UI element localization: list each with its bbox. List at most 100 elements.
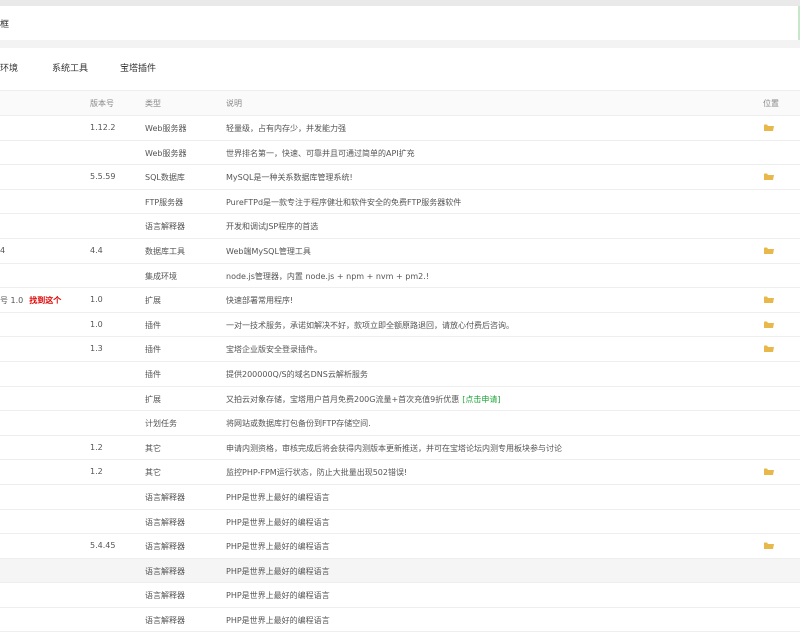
description-text: 又拍云对象存储，宝塔用户首月免费200G流量+首次充值9折优惠: [226, 394, 460, 404]
type-cell: 语言解释器: [145, 566, 185, 576]
type-cell: 其它: [145, 468, 161, 478]
description-text: node.js管理器，内置 node.js + npm + nvm + pm2.…: [226, 271, 429, 281]
description-cell: 开发和调试JSP程序的首选: [226, 221, 318, 232]
description-text: 将网站或数据库打包备份到FTP存储空间.: [226, 419, 371, 429]
description-text: MySQL是一种关系数据库管理系统!: [226, 173, 353, 183]
type-cell: SQL数据库: [145, 173, 185, 183]
tab-bt-plugins[interactable]: 宝塔插件: [120, 61, 156, 74]
version-cell: 1.0: [90, 319, 103, 329]
type-cell: 插件: [145, 345, 161, 355]
table-row[interactable]: 号 1.0 找到这个 1.0 扩展 快速部署常用程序!: [0, 288, 800, 313]
description-text: PHP是世界上最好的编程语言: [226, 517, 330, 527]
description-cell: 世界排名第一，快速、可靠并且可通过简单的API扩充: [226, 148, 415, 159]
folder-icon[interactable]: [764, 345, 774, 353]
type-cell: 插件: [145, 320, 161, 330]
table-row[interactable]: 语言解释器 PHP是世界上最好的编程语言: [0, 583, 800, 608]
table-row[interactable]: 语言解释器 PHP是世界上最好的编程语言: [0, 607, 800, 632]
search-bar[interactable]: 框: [0, 6, 800, 41]
table-row[interactable]: 语言解释器 PHP是世界上最好的编程语言: [0, 558, 800, 584]
description-cell: 申请内测资格，审核完成后将会获得内测版本更新推送，并可在宝塔论坛内测专用板块参与…: [226, 443, 562, 454]
table-row[interactable]: Web服务器 世界排名第一，快速、可靠并且可通过简单的API扩充: [0, 140, 800, 166]
folder-icon[interactable]: [764, 124, 774, 131]
software-table: 版本号 类型 说明 位置 1.12.2 Web服务器 轻量级，占有内存少，并发能力强…: [0, 90, 800, 632]
type-cell: FTP服务器: [145, 197, 184, 207]
tab-system-tools[interactable]: 系统工具: [52, 61, 88, 74]
description-text: Web端MySQL管理工具: [226, 246, 311, 256]
table-row[interactable]: 插件 提供200000Q/S的域名DNS云解析服务: [0, 361, 800, 387]
description-cell: PHP是世界上最好的编程语言: [226, 492, 330, 503]
type-cell: 扩展: [145, 394, 161, 404]
table-row[interactable]: 语言解释器 开发和调试JSP程序的首选: [0, 214, 800, 239]
folder-icon[interactable]: [764, 321, 774, 328]
table-row[interactable]: 5.5.59 SQL数据库 MySQL是一种关系数据库管理系统!: [0, 165, 800, 190]
table-row[interactable]: 语言解释器 PHP是世界上最好的编程语言: [0, 484, 800, 510]
folder-icon[interactable]: [764, 173, 774, 181]
description-cell: 又拍云对象存储，宝塔用户首月免费200G流量+首次充值9折优惠 [点击申请]: [226, 394, 501, 405]
table-header: 版本号 类型 说明 位置: [0, 90, 800, 116]
table-row[interactable]: 5.4.45 语言解释器 PHP是世界上最好的编程语言: [0, 534, 800, 559]
description-text: 一对一技术服务，承诺如解决不好，款项立即全额原路退回，请放心付费后咨询。: [226, 320, 514, 330]
table-row[interactable]: 计划任务 将网站或数据库打包备份到FTP存储空间.: [0, 411, 800, 436]
software-name-text: 4: [0, 245, 6, 255]
folder-icon[interactable]: [764, 542, 774, 550]
version-cell: 4.4: [90, 245, 103, 255]
version-cell: 1.3: [90, 344, 103, 354]
description-cell: PHP是世界上最好的编程语言: [226, 566, 330, 577]
type-cell: 语言解释器: [145, 222, 185, 232]
description-cell: 将网站或数据库打包备份到FTP存储空间.: [226, 418, 371, 429]
type-cell: 数据库工具: [145, 246, 185, 256]
table-row[interactable]: 扩展 又拍云对象存储，宝塔用户首月免费200G流量+首次充值9折优惠 [点击申请]: [0, 386, 800, 412]
folder-icon[interactable]: [764, 296, 774, 304]
description-cell: PHP是世界上最好的编程语言: [226, 517, 330, 528]
table-row[interactable]: 1.2 其它 监控PHP-FPM运行状态，防止大批量出现502错误!: [0, 460, 800, 485]
software-name: 4: [0, 246, 5, 255]
version-cell: 1.0: [90, 295, 103, 305]
table-row[interactable]: FTP服务器 PureFTPd是一款专注于程序健壮和软件安全的免费FTP服务器软件: [0, 189, 800, 215]
description-text: PHP是世界上最好的编程语言: [226, 542, 330, 552]
version-cell: 1.12.2: [90, 123, 116, 132]
description-text: 世界排名第一，快速、可靠并且可通过简单的API扩充: [226, 148, 415, 158]
description-cell: PureFTPd是一款专注于程序健壮和软件安全的免费FTP服务器软件: [226, 197, 461, 208]
description-cell: 宝塔企业版安全登录插件。: [226, 344, 322, 355]
table-row[interactable]: 1.3 插件 宝塔企业版安全登录插件。: [0, 337, 800, 362]
description-text: 快速部署常用程序!: [226, 296, 294, 306]
table-row[interactable]: 1.12.2 Web服务器 轻量级，占有内存少，并发能力强: [0, 116, 800, 141]
description-text: PHP是世界上最好的编程语言: [226, 615, 330, 625]
version-cell: 1.2: [90, 442, 103, 452]
description-text: 监控PHP-FPM运行状态，防止大批量出现502错误!: [226, 468, 408, 478]
divider-band: [0, 40, 800, 48]
description-cell: PHP是世界上最好的编程语言: [226, 615, 330, 626]
version-cell: 5.4.45: [90, 541, 116, 551]
header-location: 位置: [763, 99, 779, 108]
annotation-label: 找到这个: [29, 296, 62, 306]
version-cell: 1.2: [90, 467, 103, 477]
description-cell: Web端MySQL管理工具: [226, 246, 311, 257]
tab-environment[interactable]: 环境: [0, 61, 18, 74]
description-text: 提供200000Q/S的域名DNS云解析服务: [226, 369, 368, 379]
folder-icon[interactable]: [764, 468, 774, 476]
type-cell: 计划任务: [145, 419, 177, 429]
type-cell: 插件: [145, 369, 161, 379]
table-row[interactable]: 集成环境 node.js管理器，内置 node.js + npm + nvm + …: [0, 263, 800, 289]
table-row[interactable]: 语言解释器 PHP是世界上最好的编程语言: [0, 509, 800, 535]
description-cell: PHP是世界上最好的编程语言: [226, 541, 330, 552]
type-cell: 语言解释器: [145, 542, 185, 552]
apply-link[interactable]: [点击申请]: [462, 395, 500, 404]
description-cell: node.js管理器，内置 node.js + npm + nvm + pm2.…: [226, 271, 429, 282]
type-cell: 语言解释器: [145, 615, 185, 625]
table-row[interactable]: 4 4.4 数据库工具 Web端MySQL管理工具: [0, 238, 800, 264]
description-text: PHP是世界上最好的编程语言: [226, 566, 330, 576]
type-cell: 语言解释器: [145, 492, 185, 502]
table-row[interactable]: 1.2 其它 申请内测资格，审核完成后将会获得内测版本更新推送，并可在宝塔论坛内测专…: [0, 435, 800, 461]
description-cell: 提供200000Q/S的域名DNS云解析服务: [226, 369, 368, 380]
description-cell: 轻量级，占有内存少，并发能力强: [226, 123, 346, 134]
type-cell: 语言解释器: [145, 517, 185, 527]
type-cell: 其它: [145, 443, 161, 453]
type-cell: 集成环境: [145, 271, 177, 281]
table-body: 1.12.2 Web服务器 轻量级，占有内存少，并发能力强 Web服务器 世界排名第一，…: [0, 116, 800, 632]
table-row[interactable]: 1.0 插件 一对一技术服务，承诺如解决不好，款项立即全额原路退回，请放心付费后咨询…: [0, 312, 800, 338]
header-description: 说明: [226, 99, 242, 108]
description-cell: 一对一技术服务，承诺如解决不好，款项立即全额原路退回，请放心付费后咨询。: [226, 320, 514, 331]
folder-icon[interactable]: [764, 247, 774, 254]
type-cell: Web服务器: [145, 148, 187, 158]
